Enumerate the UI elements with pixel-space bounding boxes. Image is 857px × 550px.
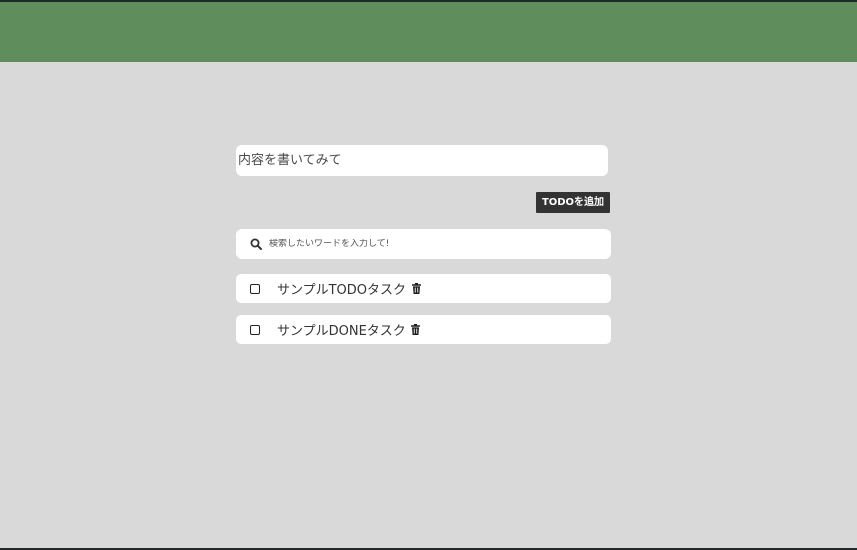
search-icon	[249, 237, 263, 251]
trash-icon[interactable]	[411, 283, 421, 295]
search-input[interactable]	[269, 239, 589, 249]
app-frame: TODOを追加 サンプルTODOタスク	[0, 2, 857, 548]
task-checkbox[interactable]	[250, 283, 260, 294]
task-list: サンプルTODOタスク サンプルDONEタスク	[236, 274, 611, 356]
task-item: サンプルDONEタスク	[236, 315, 611, 344]
task-checkbox[interactable]	[250, 324, 260, 335]
todo-content-input[interactable]	[236, 145, 608, 176]
task-label: サンプルDONEタスク	[277, 324, 406, 339]
task-label: サンプルTODOタスク	[277, 283, 407, 298]
task-item: サンプルTODOタスク	[236, 274, 611, 303]
search-box[interactable]	[236, 229, 611, 259]
add-todo-button[interactable]: TODOを追加	[536, 192, 610, 213]
app-header	[0, 2, 857, 62]
trash-icon[interactable]	[411, 324, 421, 336]
